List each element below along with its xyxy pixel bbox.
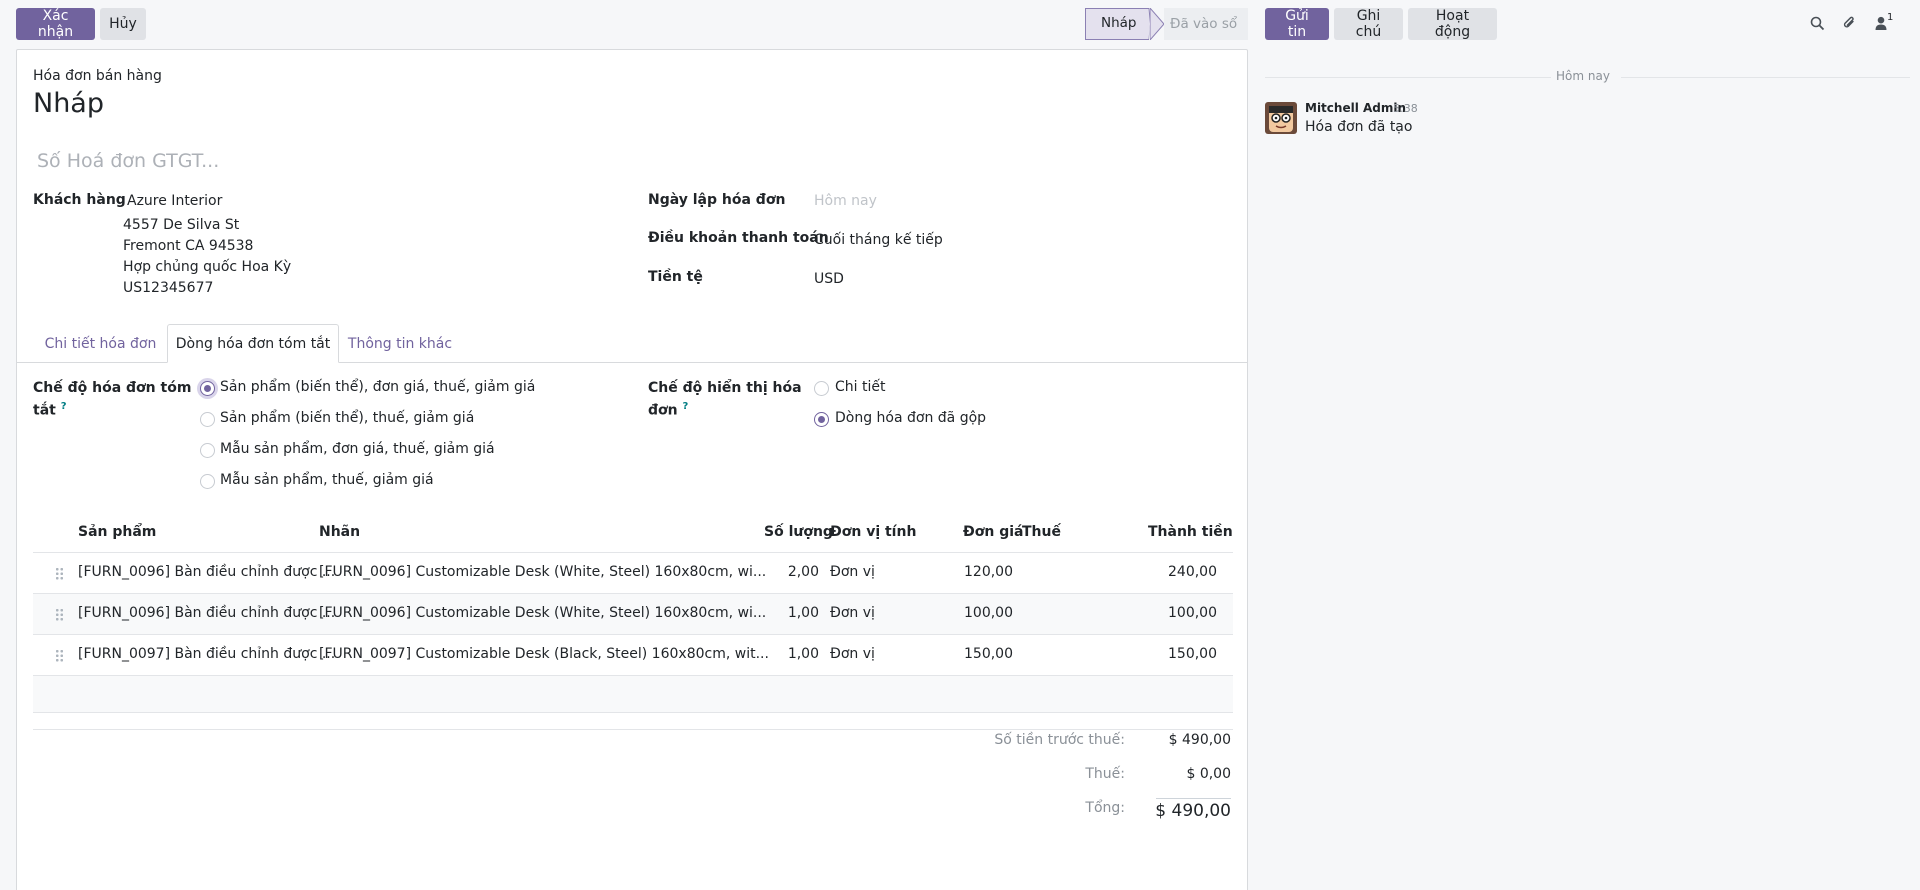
line-subtotal: 100,00 [1168, 605, 1217, 621]
activity-button[interactable]: Hoạt động [1408, 8, 1497, 40]
line-quantity[interactable]: 2,00 [788, 564, 819, 580]
tax-label: Thuế: [1085, 766, 1125, 782]
document-type: Hóa đơn bán hàng [33, 68, 162, 84]
display-option-radio[interactable] [814, 381, 829, 396]
document-name: Nháp [33, 88, 104, 119]
cancel-button[interactable]: Hủy [100, 8, 146, 40]
summary-option-label: Mẫu sản phẩm, thuế, giảm giá [220, 472, 434, 488]
display-mode-label-cont: đơn ? [648, 401, 689, 419]
display-option-radio[interactable] [814, 412, 829, 427]
summary-option-label: Sản phẩm (biến thể), đơn giá, thuế, giảm… [220, 379, 536, 395]
line-label[interactable]: [FURN_0097] Customizable Desk (Black, St… [319, 646, 769, 662]
untaxed-amount: $ 490,00 [1168, 732, 1231, 748]
display-mode-label: Chế độ hiển thị hóa [648, 380, 802, 396]
col-tax[interactable]: Thuế [1022, 524, 1061, 540]
confirm-button[interactable]: Xác nhận [16, 8, 95, 40]
summary-option-radio[interactable] [200, 474, 215, 489]
summary-option-label: Mẫu sản phẩm, đơn giá, thuế, giảm giá [220, 441, 495, 457]
message-author[interactable]: Mitchell Admin [1305, 101, 1406, 115]
chatter: Gửi tin Ghi chú Hoạt động 1 Hôm nay Mitc… [1256, 0, 1920, 890]
date-line-right [1621, 77, 1910, 78]
empty-row[interactable] [33, 675, 1233, 713]
total-label: Tổng: [1085, 800, 1125, 816]
line-subtotal: 150,00 [1168, 646, 1217, 662]
paperclip-icon[interactable] [1842, 15, 1857, 31]
customer-street: 4557 De Silva St [123, 217, 240, 233]
line-subtotal: 240,00 [1168, 564, 1217, 580]
col-quantity[interactable]: Số lượng [764, 524, 833, 540]
status-posted[interactable]: Đã vào sổ [1164, 8, 1248, 40]
summary-mode-label-cont: tắt ? [33, 401, 67, 419]
message-time: 5:38 [1393, 102, 1418, 115]
display-option-label: Chi tiết [835, 379, 886, 395]
col-product[interactable]: Sản phẩm [78, 524, 156, 540]
customer-input[interactable]: Azure Interior [127, 193, 222, 209]
line-label[interactable]: [FURN_0096] Customizable Desk (White, St… [319, 605, 766, 621]
tax-amount: $ 0,00 [1186, 766, 1231, 782]
line-quantity[interactable]: 1,00 [788, 646, 819, 662]
tab-other-info[interactable]: Thông tin khác [339, 324, 461, 363]
search-icon[interactable] [1810, 16, 1825, 31]
line-product[interactable]: [FURN_0096] Bàn điều chỉnh được ... [78, 605, 335, 621]
totals-divider [33, 729, 1233, 730]
summary-option-label: Sản phẩm (biến thể), thuế, giảm giá [220, 410, 475, 426]
line-product[interactable]: [FURN_0097] Bàn điều chỉnh được ... [78, 646, 335, 662]
display-option-label: Dòng hóa đơn đã gộp [835, 410, 987, 426]
avatar[interactable] [1265, 102, 1297, 134]
line-price[interactable]: 150,00 [964, 646, 1013, 662]
help-mark[interactable]: ? [682, 401, 688, 412]
payment-term-input[interactable]: Cuối tháng kế tiếp [814, 232, 943, 248]
status-draft-label: Nháp [1101, 15, 1137, 31]
date-line-left [1265, 77, 1551, 78]
line-product[interactable]: [FURN_0096] Bàn điều chỉnh được ... [78, 564, 335, 580]
table-row[interactable]: [FURN_0097] Bàn điều chỉnh được ... [FUR… [33, 634, 1233, 675]
total-amount: $ 490,00 [1155, 801, 1231, 821]
tab-summary-lines[interactable]: Dòng hóa đơn tóm tắt [167, 324, 339, 363]
summary-option-radio[interactable] [200, 412, 215, 427]
col-price[interactable]: Đơn giá [963, 524, 1023, 540]
col-label[interactable]: Nhãn [319, 524, 360, 540]
tab-invoice-lines[interactable]: Chi tiết hóa đơn [33, 324, 168, 363]
form-sheet: Hóa đơn bán hàng Nháp Số Hoá đơn GTGT...… [16, 49, 1248, 890]
line-price[interactable]: 100,00 [964, 605, 1013, 621]
table-row[interactable]: [FURN_0096] Bàn điều chỉnh được ... [FUR… [33, 552, 1233, 593]
customer-vat: US12345677 [123, 280, 214, 296]
status-arrow [1150, 8, 1164, 40]
help-mark[interactable]: ? [61, 401, 67, 412]
drag-handle-icon[interactable] [55, 567, 64, 581]
summary-option-radio[interactable] [200, 443, 215, 458]
summary-mode-label: Chế độ hóa đơn tóm [33, 380, 192, 396]
invoice-date-input[interactable]: Hôm nay [814, 193, 877, 209]
send-message-button[interactable]: Gửi tin [1265, 8, 1329, 40]
user-icon[interactable] [1875, 16, 1887, 31]
line-uom[interactable]: Đơn vị [830, 646, 875, 662]
invoice-date-label: Ngày lập hóa đơn [648, 192, 786, 208]
customer-city: Fremont CA 94538 [123, 238, 254, 254]
summary-option-radio[interactable] [200, 381, 215, 396]
message-body: Hóa đơn đã tạo [1305, 119, 1413, 135]
line-price[interactable]: 120,00 [964, 564, 1013, 580]
payment-term-label: Điều khoản thanh toán [648, 230, 829, 246]
line-quantity[interactable]: 1,00 [788, 605, 819, 621]
line-label[interactable]: [FURN_0096] Customizable Desk (White, St… [319, 564, 766, 580]
date-separator: Hôm nay [1556, 69, 1610, 83]
currency-label: Tiền tệ [648, 269, 703, 285]
currency-input[interactable]: USD [814, 271, 844, 287]
customer-label: Khách hàng [33, 192, 126, 208]
line-uom[interactable]: Đơn vị [830, 605, 875, 621]
drag-handle-icon[interactable] [55, 649, 64, 663]
customer-country: Hợp chủng quốc Hoa Kỳ [123, 259, 292, 275]
table-row[interactable]: [FURN_0096] Bàn điều chỉnh được ... [FUR… [33, 593, 1233, 634]
vat-number-input[interactable]: Số Hoá đơn GTGT... [37, 150, 219, 172]
col-subtotal[interactable]: Thành tiền [1148, 524, 1233, 540]
drag-handle-icon[interactable] [55, 608, 64, 622]
follower-count: 1 [1887, 12, 1894, 23]
log-note-button[interactable]: Ghi chú [1334, 8, 1403, 40]
line-uom[interactable]: Đơn vị [830, 564, 875, 580]
untaxed-label: Số tiền trước thuế: [994, 732, 1125, 748]
total-line [1156, 798, 1231, 799]
col-uom[interactable]: Đơn vị tính [830, 524, 916, 540]
